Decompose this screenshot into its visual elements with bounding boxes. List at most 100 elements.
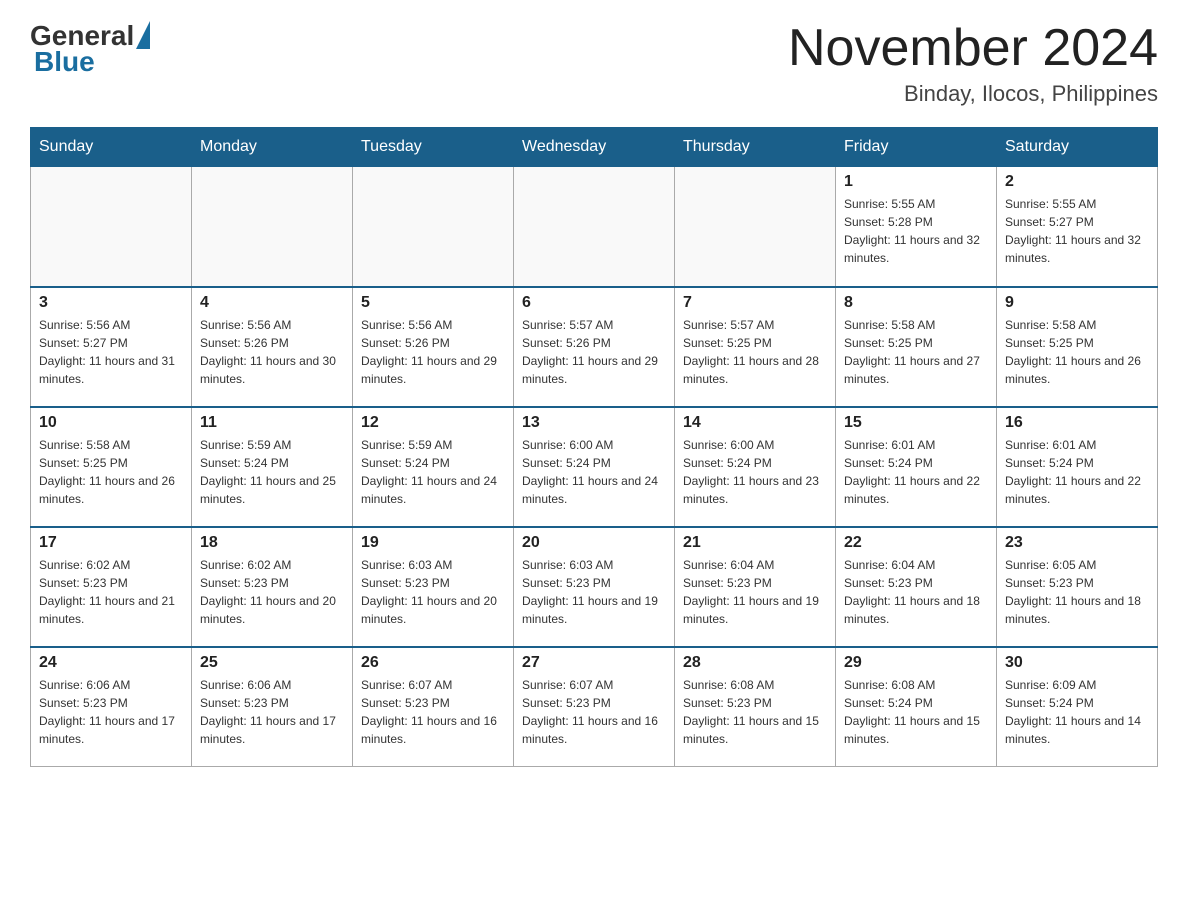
day-number: 7 (683, 294, 827, 312)
day-number: 30 (1005, 654, 1149, 672)
calendar-title: November 2024 (788, 20, 1158, 77)
day-number: 10 (39, 414, 183, 432)
table-row: 11 Sunrise: 5:59 AMSunset: 5:24 PMDayligh… (192, 407, 353, 527)
col-tuesday: Tuesday (353, 128, 514, 167)
table-row: 27 Sunrise: 6:07 AMSunset: 5:23 PMDayligh… (514, 647, 675, 767)
day-info: Sunrise: 6:06 AMSunset: 5:23 PMDaylight:… (39, 676, 183, 748)
day-info: Sunrise: 6:00 AMSunset: 5:24 PMDaylight:… (522, 436, 666, 508)
day-number: 21 (683, 534, 827, 552)
table-row: 4 Sunrise: 5:56 AMSunset: 5:26 PMDaylight… (192, 287, 353, 407)
page-header: General Blue November 2024 Binday, Iloco… (30, 20, 1158, 107)
calendar-week-row: 3 Sunrise: 5:56 AMSunset: 5:27 PMDaylight… (31, 287, 1158, 407)
col-sunday: Sunday (31, 128, 192, 167)
day-number: 23 (1005, 534, 1149, 552)
table-row: 2 Sunrise: 5:55 AMSunset: 5:27 PMDaylight… (997, 167, 1158, 287)
day-number: 26 (361, 654, 505, 672)
day-number: 4 (200, 294, 344, 312)
day-info: Sunrise: 5:58 AMSunset: 5:25 PMDaylight:… (1005, 316, 1149, 388)
table-row: 16 Sunrise: 6:01 AMSunset: 5:24 PMDayligh… (997, 407, 1158, 527)
table-row (31, 167, 192, 287)
day-info: Sunrise: 5:56 AMSunset: 5:27 PMDaylight:… (39, 316, 183, 388)
table-row: 3 Sunrise: 5:56 AMSunset: 5:27 PMDaylight… (31, 287, 192, 407)
title-section: November 2024 Binday, Ilocos, Philippine… (788, 20, 1158, 107)
table-row: 25Sunrise: 6:06 AMSunset: 5:23 PMDayligh… (192, 647, 353, 767)
table-row: 20 Sunrise: 6:03 AMSunset: 5:23 PMDayligh… (514, 527, 675, 647)
day-info: Sunrise: 6:08 AMSunset: 5:23 PMDaylight:… (683, 676, 827, 748)
day-info: Sunrise: 5:55 AMSunset: 5:28 PMDaylight:… (844, 195, 988, 267)
day-info: Sunrise: 6:02 AMSunset: 5:23 PMDaylight:… (39, 556, 183, 628)
table-row: 6Sunrise: 5:57 AMSunset: 5:26 PMDaylight… (514, 287, 675, 407)
day-info: Sunrise: 6:00 AMSunset: 5:24 PMDaylight:… (683, 436, 827, 508)
day-info: Sunrise: 6:09 AMSunset: 5:24 PMDaylight:… (1005, 676, 1149, 748)
calendar-header-row: Sunday Monday Tuesday Wednesday Thursday… (31, 128, 1158, 167)
day-number: 3 (39, 294, 183, 312)
table-row: 14 Sunrise: 6:00 AMSunset: 5:24 PMDayligh… (675, 407, 836, 527)
day-info: Sunrise: 5:55 AMSunset: 5:27 PMDaylight:… (1005, 195, 1149, 267)
col-saturday: Saturday (997, 128, 1158, 167)
table-row: 19 Sunrise: 6:03 AMSunset: 5:23 PMDayligh… (353, 527, 514, 647)
day-info: Sunrise: 5:59 AMSunset: 5:24 PMDaylight:… (200, 436, 344, 508)
table-row: 7 Sunrise: 5:57 AMSunset: 5:25 PMDaylight… (675, 287, 836, 407)
day-number: 19 (361, 534, 505, 552)
day-number: 29 (844, 654, 988, 672)
day-info: Sunrise: 5:57 AMSunset: 5:25 PMDaylight:… (683, 316, 827, 388)
day-info: Sunrise: 5:56 AMSunset: 5:26 PMDaylight:… (200, 316, 344, 388)
table-row: 12 Sunrise: 5:59 AMSunset: 5:24 PMDayligh… (353, 407, 514, 527)
day-number: 22 (844, 534, 988, 552)
table-row: 30 Sunrise: 6:09 AMSunset: 5:24 PMDayligh… (997, 647, 1158, 767)
calendar-week-row: 10 Sunrise: 5:58 AMSunset: 5:25 PMDayligh… (31, 407, 1158, 527)
table-row (353, 167, 514, 287)
table-row: 13 Sunrise: 6:00 AMSunset: 5:24 PMDayligh… (514, 407, 675, 527)
table-row: 10 Sunrise: 5:58 AMSunset: 5:25 PMDayligh… (31, 407, 192, 527)
table-row: 22 Sunrise: 6:04 AMSunset: 5:23 PMDayligh… (836, 527, 997, 647)
table-row: 26 Sunrise: 6:07 AMSunset: 5:23 PMDayligh… (353, 647, 514, 767)
calendar-week-row: 24Sunrise: 6:06 AMSunset: 5:23 PMDayligh… (31, 647, 1158, 767)
day-info: Sunrise: 6:08 AMSunset: 5:24 PMDaylight:… (844, 676, 988, 748)
day-info: Sunrise: 6:01 AMSunset: 5:24 PMDaylight:… (1005, 436, 1149, 508)
day-info: Sunrise: 6:07 AMSunset: 5:23 PMDaylight:… (361, 676, 505, 748)
calendar-subtitle: Binday, Ilocos, Philippines (788, 81, 1158, 107)
day-number: 9 (1005, 294, 1149, 312)
col-monday: Monday (192, 128, 353, 167)
table-row: 28Sunrise: 6:08 AMSunset: 5:23 PMDayligh… (675, 647, 836, 767)
table-row: 23Sunrise: 6:05 AMSunset: 5:23 PMDayligh… (997, 527, 1158, 647)
table-row: 5 Sunrise: 5:56 AMSunset: 5:26 PMDaylight… (353, 287, 514, 407)
col-thursday: Thursday (675, 128, 836, 167)
table-row (675, 167, 836, 287)
table-row: 1Sunrise: 5:55 AMSunset: 5:28 PMDaylight… (836, 167, 997, 287)
table-row (514, 167, 675, 287)
day-info: Sunrise: 5:58 AMSunset: 5:25 PMDaylight:… (39, 436, 183, 508)
day-info: Sunrise: 6:03 AMSunset: 5:23 PMDaylight:… (522, 556, 666, 628)
day-info: Sunrise: 6:03 AMSunset: 5:23 PMDaylight:… (361, 556, 505, 628)
day-info: Sunrise: 6:01 AMSunset: 5:24 PMDaylight:… (844, 436, 988, 508)
day-number: 27 (522, 654, 666, 672)
day-number: 8 (844, 294, 988, 312)
day-number: 20 (522, 534, 666, 552)
day-number: 13 (522, 414, 666, 432)
table-row (192, 167, 353, 287)
table-row: 8 Sunrise: 5:58 AMSunset: 5:25 PMDaylight… (836, 287, 997, 407)
col-friday: Friday (836, 128, 997, 167)
day-info: Sunrise: 5:58 AMSunset: 5:25 PMDaylight:… (844, 316, 988, 388)
day-number: 12 (361, 414, 505, 432)
day-number: 2 (1005, 173, 1149, 191)
day-info: Sunrise: 6:06 AMSunset: 5:23 PMDaylight:… (200, 676, 344, 748)
day-info: Sunrise: 6:04 AMSunset: 5:23 PMDaylight:… (844, 556, 988, 628)
day-number: 5 (361, 294, 505, 312)
day-info: Sunrise: 6:02 AMSunset: 5:23 PMDaylight:… (200, 556, 344, 628)
day-info: Sunrise: 5:56 AMSunset: 5:26 PMDaylight:… (361, 316, 505, 388)
day-number: 11 (200, 414, 344, 432)
table-row: 9 Sunrise: 5:58 AMSunset: 5:25 PMDaylight… (997, 287, 1158, 407)
day-number: 6 (522, 294, 666, 312)
day-number: 16 (1005, 414, 1149, 432)
day-info: Sunrise: 6:07 AMSunset: 5:23 PMDaylight:… (522, 676, 666, 748)
day-number: 15 (844, 414, 988, 432)
day-info: Sunrise: 6:04 AMSunset: 5:23 PMDaylight:… (683, 556, 827, 628)
col-wednesday: Wednesday (514, 128, 675, 167)
table-row: 24Sunrise: 6:06 AMSunset: 5:23 PMDayligh… (31, 647, 192, 767)
day-number: 14 (683, 414, 827, 432)
logo: General Blue (30, 20, 150, 78)
day-info: Sunrise: 5:59 AMSunset: 5:24 PMDaylight:… (361, 436, 505, 508)
table-row: 17Sunrise: 6:02 AMSunset: 5:23 PMDayligh… (31, 527, 192, 647)
day-number: 18 (200, 534, 344, 552)
